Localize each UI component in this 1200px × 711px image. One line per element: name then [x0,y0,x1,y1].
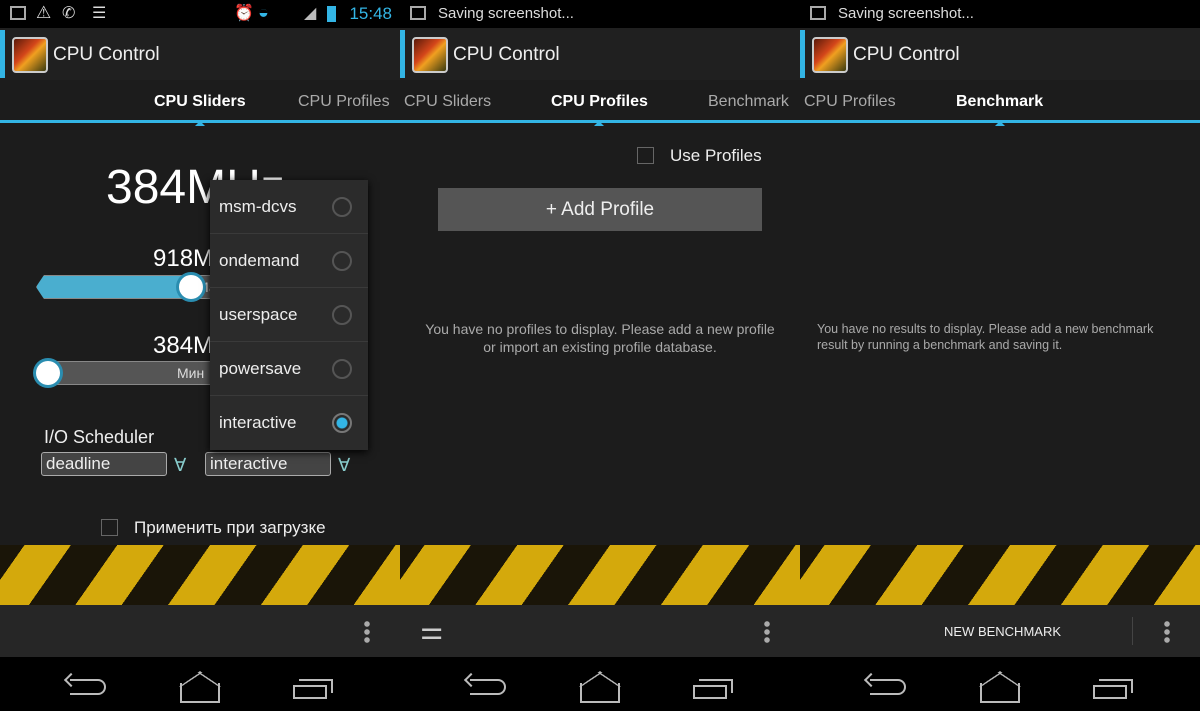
action-bar: CPU Control [0,28,400,80]
tab-benchmark[interactable]: Benchmark [956,93,1043,126]
navigation-bar [400,657,800,711]
option-label: interactive [219,413,297,432]
phone-icon: ✆ [62,5,76,22]
status-saving-text: Saving screenshot... [438,5,574,22]
tab-cpu-sliders[interactable]: CPU Sliders [404,93,491,111]
app-title: CPU Control [53,44,160,65]
navigation-bar [0,657,400,711]
home-icon[interactable] [980,683,1020,703]
option-label: msm-dcvs [219,197,297,216]
add-profile-button[interactable]: + Add Profile [438,188,762,231]
tab-cpu-sliders[interactable]: CPU Sliders [154,93,246,126]
governor-option[interactable]: userspace [210,288,368,342]
navigation-bar [800,657,1200,711]
option-label: userspace [219,305,298,324]
radio-button[interactable] [332,251,352,271]
back-icon[interactable] [70,679,106,695]
recent-apps-icon[interactable] [693,679,733,699]
app-icon [12,37,48,73]
tab-bar: CPU Sliders CPU Profiles [0,80,400,126]
panel-cpu-sliders: ⚠ ✆ ☰ ⏰ ◒ ◢ 15:48 CPU Control CPU Slider… [0,0,400,711]
overflow-menu-icon[interactable] [364,620,370,644]
io-scheduler-label: I/O Scheduler [44,427,155,447]
overflow-menu-icon[interactable] [764,620,770,644]
back-icon[interactable] [870,679,906,695]
clock: 15:48 [349,4,392,23]
bottom-action-bar: ⚌ [400,605,800,657]
governor-menu: msm-dcvs ondemand userspace powersave in… [210,180,368,450]
dropdown-arrow-icon[interactable]: ∀ [174,455,186,476]
hazard-stripe-banner [0,545,400,605]
max-slider-thumb[interactable] [179,275,203,299]
sliders-settings-icon[interactable]: ⚌ [420,615,443,646]
status-saving-text: Saving screenshot... [838,5,974,22]
tab-benchmark[interactable]: Benchmark [708,93,789,111]
governor-option[interactable]: interactive [210,396,368,450]
action-bar: CPU Control [800,28,1200,80]
option-label: ondemand [219,251,300,270]
apply-on-boot-checkbox[interactable] [101,519,118,536]
hazard-stripe-banner [800,545,1200,605]
apply-on-boot-label: Применить при загрузке [134,518,326,537]
divider [1132,617,1133,645]
overflow-menu-icon[interactable] [1164,620,1170,644]
radio-button[interactable] [332,197,352,217]
status-bar: ⚠ ✆ ☰ ⏰ ◒ ◢ 15:48 [0,0,400,28]
tab-cpu-profiles[interactable]: CPU Profiles [551,93,648,126]
governor-option[interactable]: msm-dcvs [210,180,368,234]
governor-option[interactable]: powersave [210,342,368,396]
battery-icon [327,6,336,22]
bottom-action-bar: NEW BENCHMARK [800,605,1200,657]
up-indicator[interactable] [800,30,805,78]
use-profiles-checkbox[interactable] [637,147,654,164]
hazard-stripe-banner [400,545,800,605]
tab-cpu-profiles[interactable]: CPU Profiles [804,93,896,111]
io-scheduler-select[interactable]: deadline [41,452,167,476]
dropdown-arrow-icon[interactable]: ∀ [338,455,350,476]
governor-select[interactable]: interactive [205,452,331,476]
use-profiles-label: Use Profiles [670,146,762,165]
image-icon [810,6,826,20]
new-benchmark-button[interactable]: NEW BENCHMARK [944,624,1061,639]
governor-option[interactable]: ondemand [210,234,368,288]
radio-button-selected[interactable] [332,413,352,433]
back-icon[interactable] [470,679,506,695]
recent-apps-icon[interactable] [1093,679,1133,699]
warning-icon: ⚠ [36,3,52,22]
home-icon[interactable] [580,683,620,703]
up-indicator[interactable] [400,30,405,78]
image-icon [10,6,26,20]
alarm-icon: ⏰ [234,5,254,22]
status-bar: Saving screenshot... [400,0,800,28]
status-bar: Saving screenshot... [800,0,1200,28]
action-bar: CPU Control [400,28,800,80]
up-indicator[interactable] [0,30,5,78]
tab-cpu-profiles[interactable]: CPU Profiles [298,93,390,111]
min-slider-thumb[interactable] [36,361,60,385]
bottom-action-bar [0,605,400,657]
tab-bar: CPU Sliders CPU Profiles Benchmark [400,80,800,126]
empty-benchmark-message: You have no results to display. Please a… [817,322,1154,352]
tab-bar: CPU Profiles Benchmark [800,80,1200,126]
app-icon [412,37,448,73]
signal-icon: ◢ [304,5,317,22]
home-icon[interactable] [180,683,220,703]
radio-button[interactable] [332,305,352,325]
recent-apps-icon[interactable] [293,679,333,699]
option-label: powersave [219,359,302,378]
empty-profiles-message: You have no profiles to display. Please … [425,321,775,355]
image-icon [410,6,426,20]
storage-icon: ☰ [92,5,107,22]
panel-benchmark: Saving screenshot... CPU Control CPU Pro… [800,0,1200,711]
app-title: CPU Control [853,44,960,65]
radio-button[interactable] [332,359,352,379]
app-icon [812,37,848,73]
wifi-icon: ◒ [258,2,269,22]
app-title: CPU Control [453,44,560,65]
panel-cpu-profiles: Saving screenshot... CPU Control CPU Sli… [400,0,800,711]
min-slider-label: Мин [177,365,205,381]
